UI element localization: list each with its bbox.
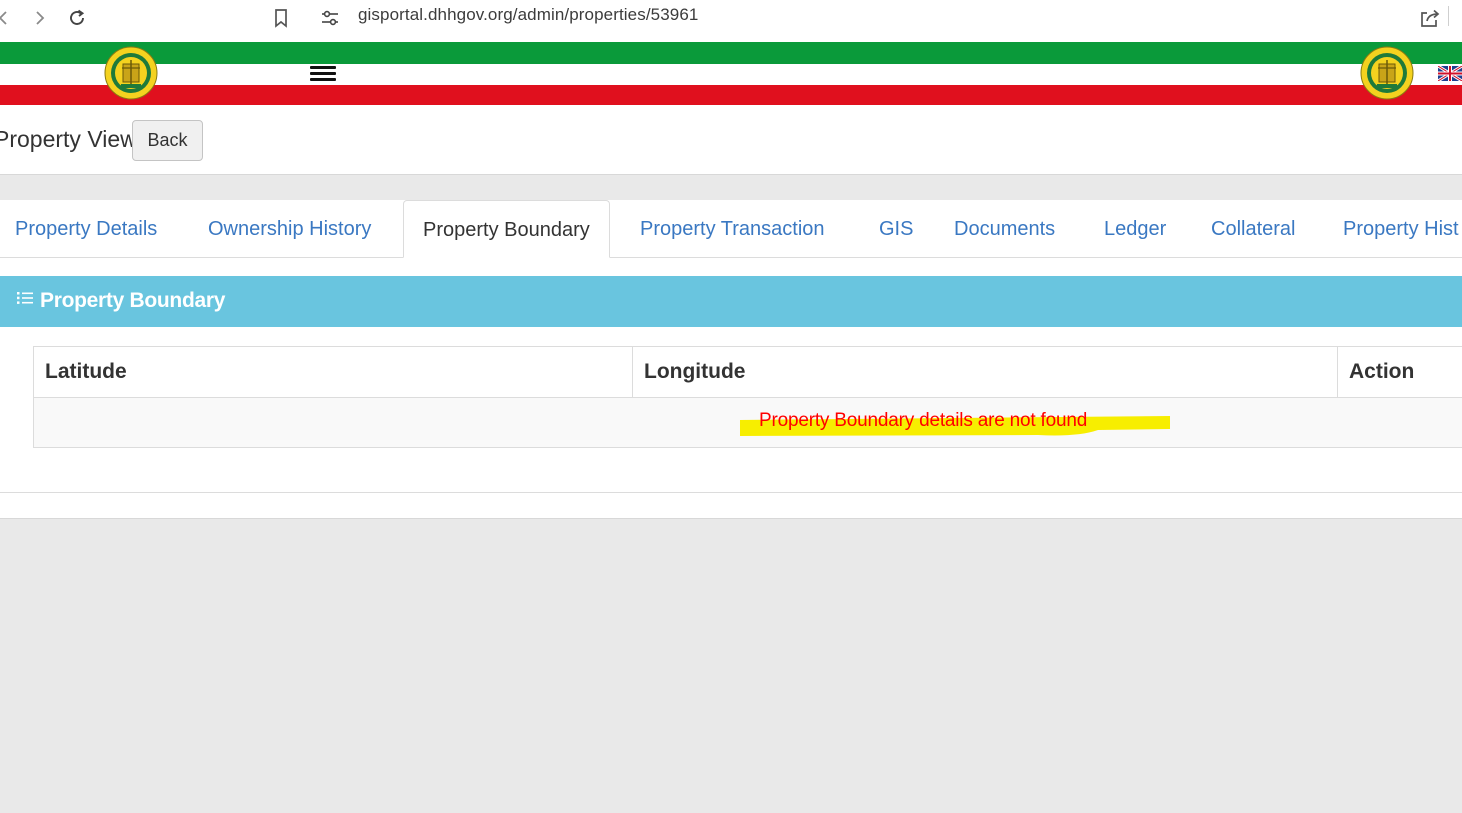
tab-gis[interactable]: GIS bbox=[879, 200, 913, 257]
tab-ledger[interactable]: Ledger bbox=[1104, 200, 1166, 257]
hamburger-menu-icon[interactable] bbox=[310, 66, 336, 84]
table-row: Property Boundary details are not found bbox=[34, 398, 1462, 447]
property-tabs: Property Details Ownership History Prope… bbox=[0, 200, 1462, 258]
section-header: Property Boundary bbox=[0, 276, 1462, 327]
back-nav-icon[interactable] bbox=[0, 4, 18, 32]
tab-property-history[interactable]: Property Hist bbox=[1343, 200, 1459, 257]
page-title: Property View bbox=[0, 126, 137, 152]
tab-ownership-history[interactable]: Ownership History bbox=[208, 200, 371, 257]
coat-of-arms-emblem-right bbox=[1360, 46, 1414, 100]
tab-property-boundary[interactable]: Property Boundary bbox=[403, 200, 610, 258]
flag-stripe-red bbox=[0, 85, 1462, 105]
uk-flag-icon[interactable] bbox=[1438, 66, 1462, 81]
tab-property-transaction[interactable]: Property Transaction bbox=[640, 200, 825, 257]
tab-property-details[interactable]: Property Details bbox=[15, 200, 157, 257]
coat-of-arms-emblem-left bbox=[104, 46, 158, 100]
panel-divider bbox=[0, 492, 1462, 493]
page-heading: Property View Back bbox=[0, 105, 1462, 175]
column-header-action: Action bbox=[1337, 347, 1462, 398]
back-button[interactable]: Back bbox=[132, 120, 203, 161]
browser-toolbar: gisportal.dhhgov.org/admin/properties/53… bbox=[0, 0, 1462, 42]
site-header bbox=[0, 42, 1462, 105]
flag-stripe-white bbox=[0, 64, 1462, 85]
site-settings-icon[interactable] bbox=[316, 4, 344, 32]
empty-state-message: Property Boundary details are not found bbox=[759, 410, 1088, 431]
toolbar-divider bbox=[1448, 6, 1449, 26]
forward-nav-icon[interactable] bbox=[25, 4, 53, 32]
flag-stripe-green bbox=[0, 42, 1462, 64]
tab-documents[interactable]: Documents bbox=[954, 200, 1055, 257]
tab-collateral[interactable]: Collateral bbox=[1211, 200, 1295, 257]
address-bar-url[interactable]: gisportal.dhhgov.org/admin/properties/53… bbox=[358, 5, 698, 25]
share-icon[interactable] bbox=[1416, 4, 1444, 32]
section-title: Property Boundary bbox=[40, 289, 226, 312]
bookmark-icon[interactable] bbox=[267, 4, 295, 32]
reload-icon[interactable] bbox=[63, 4, 91, 32]
column-header-latitude: Latitude bbox=[34, 347, 632, 398]
boundary-table: Latitude Longitude Action Property Bound… bbox=[33, 346, 1462, 448]
property-panel: Property Details Ownership History Prope… bbox=[0, 200, 1462, 519]
list-icon bbox=[17, 292, 33, 304]
column-header-longitude: Longitude bbox=[632, 347, 1337, 398]
